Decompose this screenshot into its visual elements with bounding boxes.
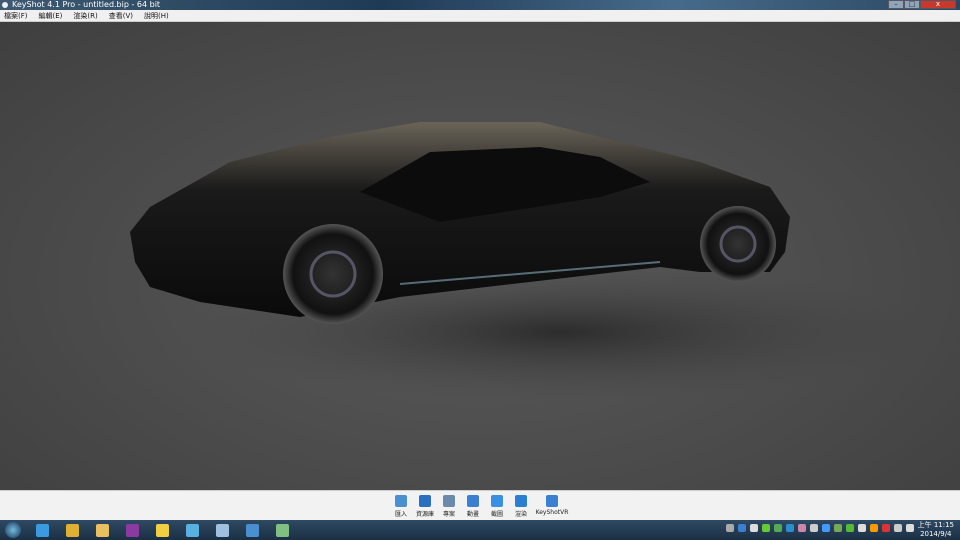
menu-file[interactable]: 檔案(F) (4, 10, 28, 21)
tray-icon[interactable] (798, 524, 806, 532)
notepad-icon (215, 523, 229, 537)
tray-icon[interactable] (870, 524, 878, 532)
tray-icon[interactable] (846, 524, 854, 532)
title-bar: KeyShot 4.1 Pro - untitled.bip - 64 bit … (0, 0, 960, 10)
tray-icon[interactable] (906, 524, 914, 532)
clock-date: 2014/9/4 (920, 530, 952, 538)
import-icon (395, 495, 407, 507)
taskbar-chrome[interactable] (59, 521, 85, 539)
keyshotvr-icon (546, 495, 558, 507)
minimize-button[interactable]: – (888, 0, 904, 9)
animation-icon (467, 495, 479, 507)
keyshot-app-icon (2, 2, 8, 8)
animation-label: 動畫 (466, 511, 479, 518)
animation-button[interactable]: 動畫 (464, 495, 482, 520)
render-icon (515, 495, 527, 507)
tray-icon[interactable] (738, 524, 746, 532)
taskbar-file-explorer[interactable] (89, 521, 115, 539)
menu-help[interactable]: 說明(H) (144, 10, 169, 21)
menu-render[interactable]: 渲染(R) (73, 10, 97, 21)
keyshotvr-label: KeyShotVR (535, 509, 569, 516)
screenshot-label: 截圖 (490, 511, 503, 518)
chrome-icon (65, 523, 79, 537)
car-model (130, 122, 940, 402)
window-title: KeyShot 4.1 Pro - untitled.bip - 64 bit (12, 0, 161, 9)
tray-icon[interactable] (762, 524, 770, 532)
taskbar-image-viewer[interactable] (269, 521, 295, 539)
image-viewer-icon (275, 523, 289, 537)
taskbar-keyshot[interactable] (239, 521, 265, 539)
project-icon (443, 495, 455, 507)
clock-time: 上午 11:15 (917, 521, 954, 529)
onenote-icon (125, 523, 139, 537)
render-viewport[interactable] (0, 22, 960, 490)
render-button[interactable]: 渲染 (512, 495, 530, 520)
taskbar-app-grid[interactable] (149, 521, 175, 539)
app-blue-icon (185, 523, 199, 537)
library-label: 資源庫 (416, 511, 435, 518)
tray-icon[interactable] (858, 524, 866, 532)
front-wheel (283, 224, 383, 324)
close-button[interactable]: x (920, 0, 956, 9)
screenshot-icon (491, 495, 503, 507)
tray-icon[interactable] (834, 524, 842, 532)
project-button[interactable]: 專案 (440, 495, 458, 520)
menu-edit[interactable]: 編輯(E) (39, 10, 63, 21)
bottom-ribbon: 匯入 資源庫 專案 動畫 截圖 渲染 KeyShotVR (0, 490, 960, 520)
start-button[interactable] (5, 522, 21, 538)
tray-icon[interactable] (774, 524, 782, 532)
project-label: 專案 (442, 511, 455, 518)
internet-explorer-icon (35, 523, 49, 537)
maximize-button[interactable]: □ (904, 0, 920, 9)
screenshot-button[interactable]: 截圖 (488, 495, 506, 520)
taskbar-app-blue[interactable] (179, 521, 205, 539)
tray-icon[interactable] (786, 524, 794, 532)
tray-icon[interactable] (894, 524, 902, 532)
file-explorer-icon (95, 523, 109, 537)
tray-icon[interactable] (810, 524, 818, 532)
menu-view[interactable]: 查看(V) (109, 10, 133, 21)
import-button[interactable]: 匯入 (392, 495, 410, 520)
keyshot-icon (245, 523, 259, 537)
rear-wheel (700, 206, 776, 282)
taskbar: 上午 11:15 2014/9/4 (0, 520, 960, 540)
clock[interactable]: 上午 11:15 2014/9/4 (918, 521, 954, 539)
render-label: 渲染 (514, 511, 527, 518)
taskbar-onenote[interactable] (119, 521, 145, 539)
tray-icon[interactable] (822, 524, 830, 532)
taskbar-internet-explorer[interactable] (29, 521, 55, 539)
tray-icon[interactable] (882, 524, 890, 532)
library-button[interactable]: 資源庫 (416, 495, 434, 520)
import-label: 匯入 (394, 511, 407, 518)
keyshotvr-button[interactable]: KeyShotVR (536, 495, 568, 520)
system-tray (726, 524, 914, 532)
taskbar-notepad[interactable] (209, 521, 235, 539)
menu-bar: 檔案(F) 編輯(E) 渲染(R) 查看(V) 說明(H) (0, 10, 960, 22)
library-icon (419, 495, 431, 507)
tray-icon[interactable] (750, 524, 758, 532)
tray-icon[interactable] (726, 524, 734, 532)
app-grid-icon (155, 523, 169, 537)
